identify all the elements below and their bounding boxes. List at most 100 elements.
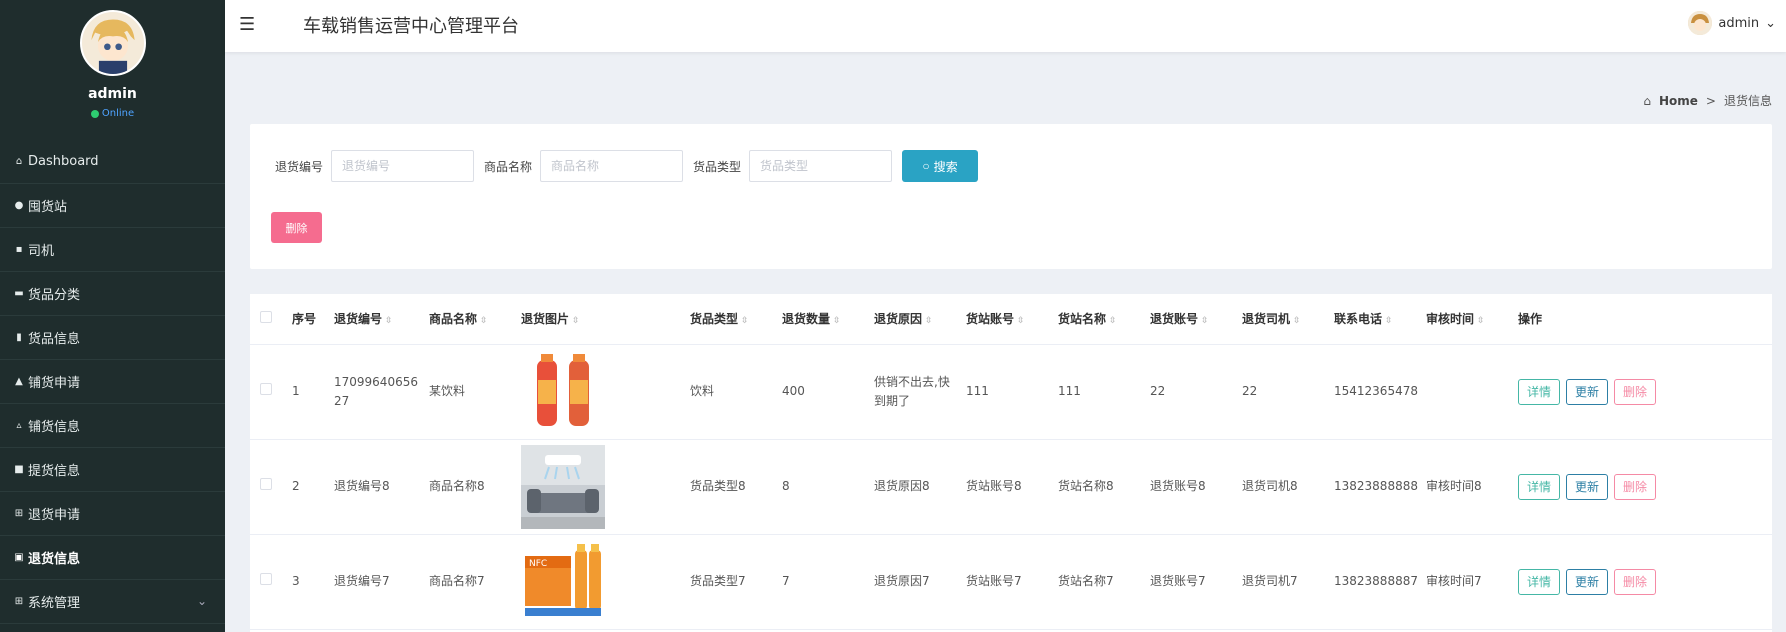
update-button[interactable]: 更新 xyxy=(1566,378,1609,405)
cell-return-reason: 退货原因7 xyxy=(874,534,966,630)
row-checkbox[interactable] xyxy=(250,439,292,535)
breadcrumb-home[interactable]: Home xyxy=(1659,94,1698,108)
home-icon: ⌂ xyxy=(15,156,23,167)
cell-phone: 13823888887 xyxy=(1334,534,1426,630)
col-station-name[interactable]: 货站名称 ⇳ xyxy=(1058,294,1150,345)
sidebar-item-label: 退货申请 xyxy=(28,508,81,523)
row-checkbox[interactable] xyxy=(250,344,292,440)
cell-return-qty: 7 xyxy=(782,534,874,630)
col-return-account[interactable]: 退货账号 ⇳ xyxy=(1150,294,1242,345)
update-button[interactable]: 更新 xyxy=(1566,473,1609,500)
cell-return-code: 退货编号7 xyxy=(334,534,429,630)
menu-toggle-icon[interactable]: ☰ xyxy=(239,14,255,35)
chevron-down-icon: ⌄ xyxy=(1765,15,1776,31)
chat-icon: ▪ xyxy=(15,244,23,255)
sidebar-item-distribution-apply[interactable]: ▲ 铺货申请 xyxy=(0,360,225,404)
sort-icon: ⇳ xyxy=(741,316,749,327)
row-checkbox[interactable] xyxy=(250,534,292,630)
goods-type-input[interactable] xyxy=(749,150,893,182)
cell-return-account: 22 xyxy=(1150,344,1242,440)
col-label: 审核时间 xyxy=(1426,312,1475,327)
cell-audit-time: 审核时间7 xyxy=(1426,534,1518,630)
svg-text:NFC: NFC xyxy=(529,559,547,569)
col-return-reason[interactable]: 退货原因 ⇳ xyxy=(874,294,966,345)
cell-phone: 15412365478 xyxy=(1334,344,1426,440)
sidebar-item-system[interactable]: ⊞ 系统管理 ⌄ xyxy=(0,580,225,624)
online-dot-icon xyxy=(90,109,99,118)
batch-delete-button[interactable]: 删除 xyxy=(271,212,322,243)
product-name-input[interactable] xyxy=(540,150,684,182)
sort-icon: ⇳ xyxy=(833,316,841,327)
sidebar-item-driver[interactable]: ▪ 司机 xyxy=(0,228,225,272)
delete-button[interactable]: 删除 xyxy=(1614,378,1657,405)
col-label: 商品名称 xyxy=(429,312,478,327)
sort-icon: ⇳ xyxy=(385,316,393,327)
grid-icon: ⊞ xyxy=(14,508,24,519)
col-label: 货站名称 xyxy=(1058,312,1107,327)
cell-product-name: 商品名称8 xyxy=(429,439,521,535)
col-product-name[interactable]: 商品名称 ⇳ xyxy=(429,294,521,345)
col-actions: 操作 xyxy=(1518,294,1772,345)
sort-icon: ⇳ xyxy=(1385,316,1393,327)
col-label: 退货编号 xyxy=(334,312,383,327)
col-label: 货品类型 xyxy=(690,312,739,327)
table-header-row: 序号 退货编号 ⇳ 商品名称 ⇳ 退货图片 ⇳ 货品类型 ⇳ 退货数量 ⇳ 退货原因 ⇳ 货… xyxy=(250,294,1772,345)
col-return-driver[interactable]: 退货司机 ⇳ xyxy=(1242,294,1334,345)
search-panel: 退货编号 商品名称 货品类型 ○ 搜索 删除 xyxy=(250,124,1772,269)
return-code-input[interactable] xyxy=(331,150,475,182)
avatar xyxy=(1688,11,1713,35)
col-phone[interactable]: 联系电话 ⇳ xyxy=(1334,294,1426,345)
select-all-checkbox[interactable] xyxy=(250,294,292,345)
delete-button[interactable]: 删除 xyxy=(1614,568,1657,595)
avatar xyxy=(79,10,146,76)
detail-button[interactable]: 详情 xyxy=(1518,568,1561,595)
search-button[interactable]: ○ 搜索 xyxy=(902,150,979,182)
col-label: 退货数量 xyxy=(782,312,831,327)
cell-return-driver: 退货司机7 xyxy=(1242,534,1334,630)
cell-station-account: 货站账号8 xyxy=(966,439,1058,535)
cell-goods-type: 饮料 xyxy=(690,344,782,440)
sidebar-item-goods-category[interactable]: ▬ 货品分类 xyxy=(0,272,225,316)
sidebar-item-pickup-info[interactable]: ■ 提货信息 xyxy=(0,448,225,492)
cell-return-driver: 退货司机8 xyxy=(1242,439,1334,535)
sidebar-item-goods-info[interactable]: ▮ 货品信息 xyxy=(0,316,225,360)
user-menu[interactable]: admin ⌄ xyxy=(1688,11,1776,35)
cell-return-qty: 8 xyxy=(782,439,874,535)
sidebar-item-label: 铺货信息 xyxy=(28,420,81,435)
cell-station-account: 货站账号7 xyxy=(966,534,1058,630)
cell-index: 2 xyxy=(292,439,334,535)
cell-goods-type: 货品类型7 xyxy=(690,534,782,630)
status-label: Online xyxy=(101,108,135,119)
cell-audit-time xyxy=(1426,344,1518,440)
sidebar-item-dashboard[interactable]: ⌂ Dashboard xyxy=(0,140,225,184)
detail-button[interactable]: 详情 xyxy=(1518,473,1561,500)
sidebar-item-label: 司机 xyxy=(28,244,55,259)
col-station-account[interactable]: 货站账号 ⇳ xyxy=(966,294,1058,345)
sidebar-item-return-info[interactable]: ▣ 退货信息 xyxy=(0,536,225,580)
table-row: 3 退货编号7 商品名称7 NFC 货品类型7 7 退货原因7 货站账号7 货站… xyxy=(250,534,1772,630)
update-button[interactable]: 更新 xyxy=(1566,568,1609,595)
col-return-image[interactable]: 退货图片 ⇳ xyxy=(521,294,690,345)
sidebar-item-stock-station[interactable]: ● 囤货站 xyxy=(0,184,225,228)
delete-button[interactable]: 删除 xyxy=(1614,473,1657,500)
app-title: 车载销售运营中心管理平台 xyxy=(303,16,519,37)
detail-button[interactable]: 详情 xyxy=(1518,378,1561,405)
home-icon: ⌂ xyxy=(1643,93,1651,108)
cell-goods-type: 货品类型8 xyxy=(690,439,782,535)
product-name-label: 商品名称 xyxy=(484,159,533,174)
sort-icon: ⇳ xyxy=(1109,316,1117,327)
col-audit-time[interactable]: 审核时间 ⇳ xyxy=(1426,294,1518,345)
sort-icon: ⇳ xyxy=(1293,316,1301,327)
col-return-code[interactable]: 退货编号 ⇳ xyxy=(334,294,429,345)
sidebar-item-return-apply[interactable]: ⊞ 退货申请 xyxy=(0,492,225,536)
cell-audit-time: 审核时间8 xyxy=(1426,439,1518,535)
sidebar-item-label: 系统管理 xyxy=(28,596,81,611)
sort-icon: ⇳ xyxy=(1201,316,1209,327)
col-goods-type[interactable]: 货品类型 ⇳ xyxy=(690,294,782,345)
sidebar-item-label: 囤货站 xyxy=(28,200,68,215)
col-return-qty[interactable]: 退货数量 ⇳ xyxy=(782,294,874,345)
table-row: 2 退货编号8 商品名称8 货品类型8 8 退货原因8 货站账号8 货站名称8 … xyxy=(250,439,1772,535)
sidebar-menu: ⌂ Dashboard ● 囤货站 ▪ 司机 ▬ 货品分类 ▮ 货品信息 ▲ 铺… xyxy=(0,140,225,624)
sidebar-item-label: 退货信息 xyxy=(28,552,81,567)
sidebar-item-distribution-info[interactable]: ▵ 铺货信息 xyxy=(0,404,225,448)
